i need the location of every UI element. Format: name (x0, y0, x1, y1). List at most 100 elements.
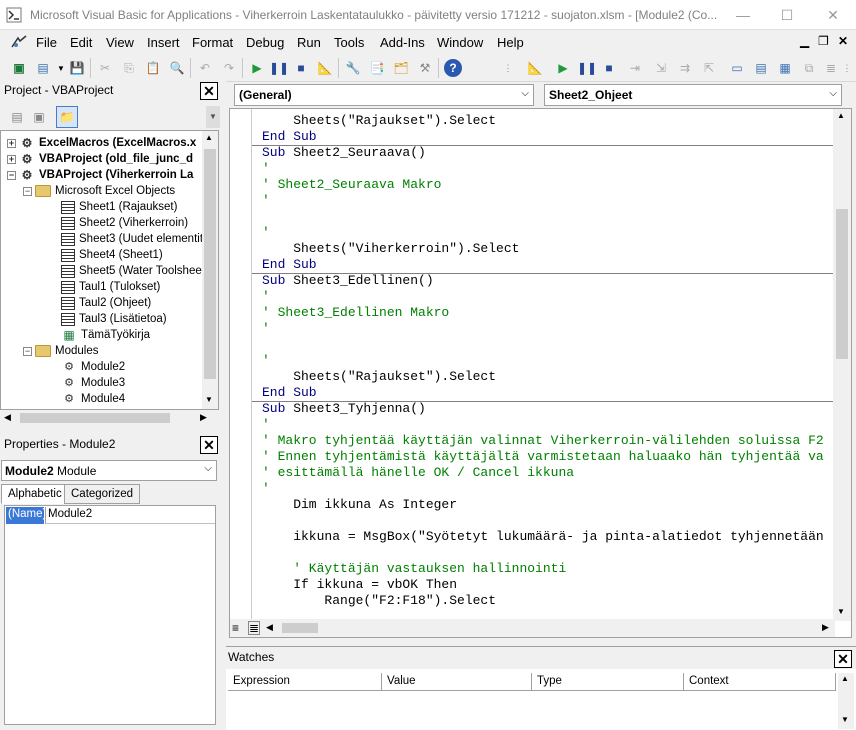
tree-item-sheet1[interactable]: Sheet1 (Rajaukset) (61, 199, 177, 215)
code-line[interactable]: End Sub (262, 129, 317, 145)
code-line[interactable]: Sheets("Rajaukset").Select (262, 113, 496, 129)
design-mode-2-icon[interactable]: 📐 (526, 59, 544, 77)
break-icon[interactable]: ❚❚ (269, 59, 289, 77)
watches-close-button[interactable]: ✕ (834, 650, 852, 668)
tree-item-viherkerroin[interactable]: − ⚙ VBAProject (Viherkerroin La (7, 167, 193, 183)
properties-window-icon[interactable]: 📑 (368, 59, 386, 77)
menu-debug[interactable]: Debug (246, 35, 284, 50)
properties-object-combo[interactable]: Module2 Module ⌵ (1, 460, 217, 481)
chevron-down-icon[interactable]: ⌵ (829, 88, 837, 99)
code-line[interactable]: Range("F2:F18").Select (262, 593, 496, 609)
menu-help[interactable]: Help (497, 35, 524, 50)
code-line[interactable]: ' Makro tyhjentää käyttäjän valinnat Vih… (262, 433, 824, 449)
code-line[interactable]: Sheets("Viherkerroin").Select (262, 241, 519, 257)
chevron-down-icon[interactable]: ⌵ (204, 463, 212, 474)
scroll-thumb[interactable] (204, 149, 216, 379)
toolbar-overflow-icon[interactable]: ⋮ (842, 59, 852, 77)
mdi-restore-button[interactable]: ❐ (818, 34, 829, 48)
pane-splitter[interactable] (222, 80, 226, 730)
locals-window-icon[interactable]: ▭ (728, 59, 746, 77)
menu-edit[interactable]: Edit (70, 35, 92, 50)
menu-addins[interactable]: Add-Ins (380, 35, 425, 50)
tree-folder-excel-objects[interactable]: − Microsoft Excel Objects (23, 183, 175, 199)
expand-icon[interactable]: + (7, 154, 16, 164)
property-name-cell[interactable]: (Name) (6, 507, 46, 524)
code-vscrollbar[interactable]: ▲ ▼ (833, 109, 851, 621)
scroll-right-icon[interactable]: ▶ (200, 412, 207, 423)
undo-icon[interactable]: ↶ (196, 59, 214, 77)
project-hscrollbar[interactable]: ◀ ▶ (0, 410, 219, 426)
menu-window[interactable]: Window (437, 35, 483, 50)
paste-icon[interactable]: 📋 (144, 59, 162, 77)
project-pane-close-button[interactable]: ✕ (200, 82, 218, 100)
column-value[interactable]: Value (382, 673, 532, 691)
code-line[interactable]: ' (262, 193, 270, 209)
code-line[interactable]: Sub Sheet2_Seuraava() (262, 145, 426, 161)
scroll-up-icon[interactable]: ▲ (837, 111, 845, 120)
code-line[interactable]: If ikkuna = vbOK Then (262, 577, 457, 593)
collapse-icon[interactable]: − (23, 186, 32, 196)
view-object-icon[interactable]: ▣ (30, 108, 48, 126)
tree-item-sheet3[interactable]: Sheet3 (Uudet elementit (61, 231, 203, 247)
close-window-button[interactable]: ✕ (810, 0, 856, 30)
reset-icon[interactable]: ■ (292, 59, 310, 77)
code-line[interactable]: ' Käyttäjän vastauksen hallinnointi (262, 561, 566, 577)
tree-item-sheet2[interactable]: Sheet2 (Viherkerroin) (61, 215, 188, 231)
code-line[interactable]: End Sub (262, 385, 317, 401)
code-hscrollbar[interactable]: ≡ ≣ ◀ ▶ (230, 619, 835, 637)
code-editor[interactable]: Sheets("Rajaukset").Select End Sub Sub She… (229, 108, 852, 638)
break-2-icon[interactable]: ❚❚ (577, 59, 597, 77)
toolbar-grip-icon[interactable]: ⋮ (503, 59, 513, 77)
watches-scrollbar[interactable]: ▲ ▼ (838, 673, 854, 729)
scroll-left-icon[interactable]: ◀ (4, 412, 11, 423)
immediate-window-icon[interactable]: ▤ (752, 59, 770, 77)
tree-item-old-file[interactable]: + ⚙ VBAProject (old_file_junc_d (7, 151, 193, 167)
step-into-icon[interactable]: ⇲ (652, 59, 670, 77)
code-line[interactable]: Dim ikkuna As Integer (262, 497, 457, 513)
scroll-right-icon[interactable]: ▶ (822, 622, 829, 633)
code-line[interactable]: ' (262, 161, 270, 177)
view-code-icon[interactable]: ▤ (8, 108, 26, 126)
tree-item-taul3[interactable]: Taul3 (Lisätietoa) (61, 311, 167, 327)
object-combo[interactable]: (General) ⌵ (234, 84, 534, 106)
scroll-down-icon[interactable]: ▼ (205, 395, 213, 404)
scroll-thumb[interactable] (836, 209, 848, 359)
tab-alphabetic[interactable]: Alphabetic (1, 484, 69, 504)
full-module-view-icon[interactable]: ≣ (248, 621, 261, 635)
code-line[interactable]: ikkuna = MsgBox("Syötetyt lukumäärä- ja … (262, 529, 824, 545)
menu-run[interactable]: Run (297, 35, 321, 50)
tree-item-module4[interactable]: ⚙ Module4 (61, 391, 125, 407)
menu-file[interactable]: File (36, 35, 57, 50)
properties-pane-close-button[interactable]: ✕ (200, 436, 218, 454)
minimize-button[interactable]: — (720, 0, 766, 30)
scroll-thumb[interactable] (282, 623, 318, 633)
object-browser-icon[interactable]: 🗂 (392, 59, 410, 77)
collapse-icon[interactable]: − (7, 170, 16, 180)
maximize-button[interactable]: ☐ (764, 0, 810, 30)
toolbox-icon[interactable]: ⚒ (416, 59, 434, 77)
scroll-down-icon[interactable]: ▼ (841, 715, 849, 724)
code-line[interactable]: ' esittämällä hänelle OK / Cancel ikkuna (262, 465, 574, 481)
tree-item-module2[interactable]: ⚙ Module2 (61, 359, 125, 375)
expand-icon[interactable]: + (7, 138, 16, 148)
mdi-minimize-button[interactable]: ▁ (800, 34, 809, 48)
tree-folder-modules[interactable]: − Modules (23, 343, 98, 359)
code-line[interactable]: ' (262, 321, 270, 337)
tree-item-taul1[interactable]: Taul1 (Tulokset) (61, 279, 160, 295)
column-expression[interactable]: Expression (228, 673, 382, 691)
code-line[interactable]: ' Ennen tyhjentämistä käyttäjältä varmis… (262, 449, 824, 465)
quick-watch-icon[interactable]: ⧉ (800, 59, 818, 77)
project-explorer-icon[interactable]: 🔧 (344, 59, 362, 77)
code-line[interactable]: ' (262, 225, 270, 241)
step-out-icon[interactable]: ⇱ (700, 59, 718, 77)
collapse-icon[interactable]: − (23, 346, 32, 356)
menu-view[interactable]: View (106, 35, 134, 50)
menu-tools[interactable]: Tools (334, 35, 364, 50)
insert-userform-icon[interactable]: ▤ (34, 59, 52, 77)
menu-format[interactable]: Format (192, 35, 233, 50)
tree-item-excelmacros[interactable]: + ⚙ ExcelMacros (ExcelMacros.x (7, 135, 196, 151)
toggle-breakpoint-icon[interactable]: ⇥ (626, 59, 644, 77)
property-value-cell[interactable]: Module2 (45, 507, 215, 524)
step-over-icon[interactable]: ⇉ (676, 59, 694, 77)
chevron-down-icon[interactable]: ⌵ (521, 88, 529, 99)
